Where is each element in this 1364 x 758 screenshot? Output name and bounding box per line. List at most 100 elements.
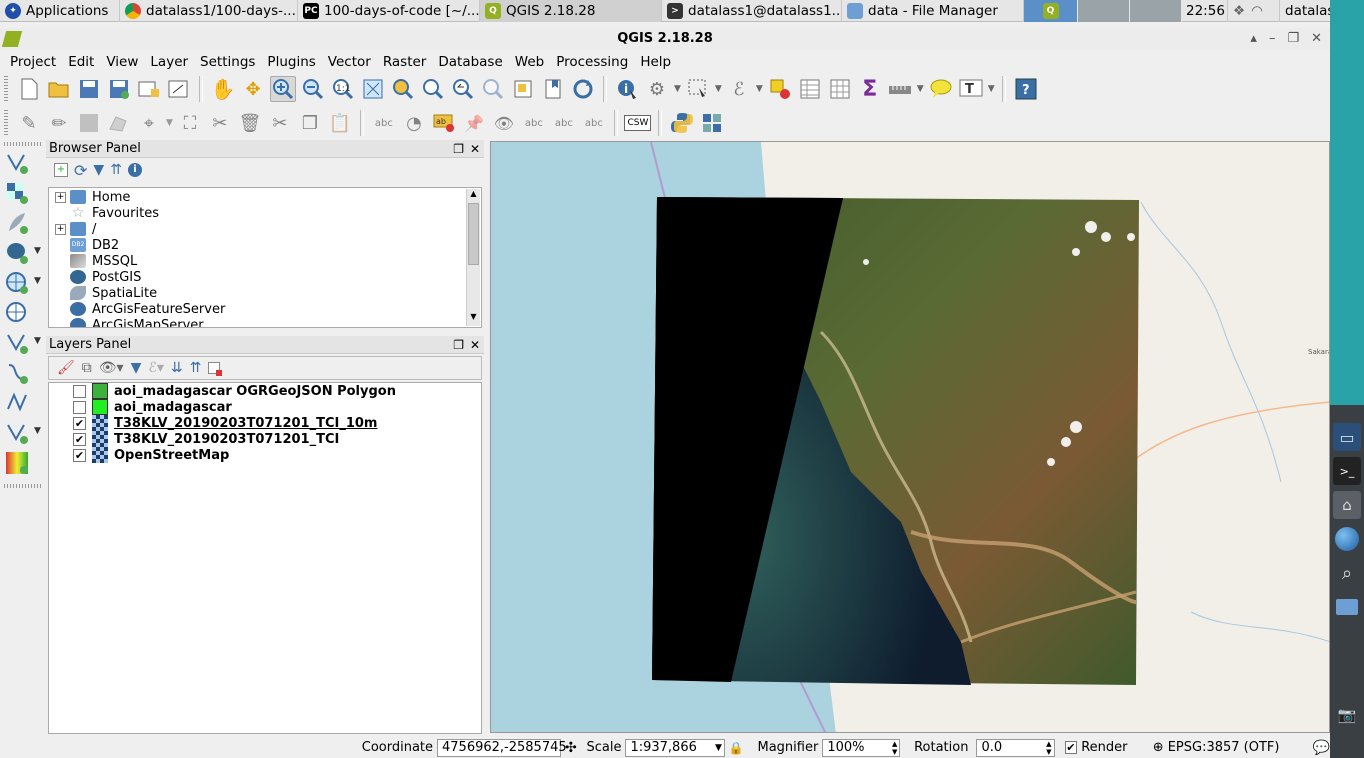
browser-item-favourites[interactable]: ☆ Favourites [49,205,481,221]
new-map-view-button[interactable] [510,76,536,102]
close-icon[interactable]: ✕ [470,336,480,354]
metasearch-button[interactable] [699,110,725,136]
lock-icon[interactable]: 🔒 [729,741,744,755]
add-layer-icon[interactable]: + [54,163,68,177]
layer-diagram-button[interactable]: ◔ [401,110,427,136]
info-icon[interactable]: i [127,163,142,177]
menu-database[interactable]: Database [432,54,508,70]
float-icon[interactable]: ❐ [453,336,464,354]
new-print-composer-button[interactable] [136,76,162,102]
statistical-summary-button[interactable]: Σ [857,76,883,102]
taskbar-item-file-manager[interactable]: data - File Manager [842,0,1024,22]
toolbar-grip[interactable] [4,110,8,136]
toolbar-grip[interactable] [4,484,42,488]
scroll-down-icon[interactable]: ▼ [467,312,480,326]
dropbox-icon[interactable]: ❖ [1233,3,1245,19]
paste-features-button[interactable]: 📋 [327,110,353,136]
toggle-editing-button[interactable]: ✏ [46,110,72,136]
workspace-2[interactable] [1078,0,1130,22]
open-project-button[interactable] [46,76,72,102]
save-layer-edits-button[interactable] [76,110,102,136]
applications-menu-button[interactable]: ✦ Applications [0,0,120,22]
field-calculator-button[interactable] [827,76,853,102]
chevron-down-icon[interactable]: ▼ [715,740,722,756]
add-wms-layer-button[interactable] [4,270,30,296]
zoom-out-button[interactable] [300,76,326,102]
zoom-full-button[interactable] [360,76,386,102]
add-feature-button[interactable] [106,110,132,136]
chevron-down-icon[interactable]: ▼ [917,84,924,94]
zoom-last-button[interactable] [450,76,476,102]
refresh-button[interactable] [570,76,596,102]
dock-home-button[interactable]: ⌂ [1333,491,1361,519]
pan-map-button[interactable]: ✋ [210,76,236,102]
layer-row[interactable]: aoi_madagascar [49,399,481,415]
chevron-down-icon[interactable]: ▼ [756,84,763,94]
chevron-down-icon[interactable]: ▼ [34,246,41,256]
rotate-label-button[interactable]: abc [551,110,577,136]
crs-globe-icon[interactable]: ⊕ [1153,740,1164,755]
layer-visibility-checkbox[interactable]: ✔ [73,432,86,446]
zoom-to-selection-button[interactable] [420,76,446,102]
menu-raster[interactable]: Raster [377,54,433,70]
browser-item-db2[interactable]: DB2 DB2 [49,237,481,253]
add-vector-layer-button[interactable] [4,150,30,176]
zoom-next-button[interactable] [480,76,506,102]
text-annotation-button[interactable]: T [958,76,984,102]
remove-layer-icon[interactable] [208,362,223,376]
dock-screenshot-button[interactable]: 📷 [1333,701,1361,729]
node-tool-button[interactable]: ⛶ [177,110,203,136]
filter-icon[interactable]: ▼ [131,360,142,376]
expand-all-icon[interactable]: ⇊ [171,360,183,376]
chevron-down-icon[interactable]: ▼ [166,118,173,128]
new-shapefile-button[interactable] [4,360,30,386]
crs-status[interactable]: EPSG:3857 (OTF) [1168,740,1280,755]
map-tips-button[interactable] [928,76,954,102]
taskbar-item-chrome[interactable]: datalass1/100-days-... [120,0,298,22]
highlight-pinned-labels-button[interactable]: ab [431,110,457,136]
shade-icon[interactable]: ▴ [1250,28,1257,50]
add-heatmap-layer-button[interactable] [4,450,30,476]
cut-features-button[interactable]: ✂ [267,110,293,136]
taskbar-item-qgis[interactable]: Q QGIS 2.18.28 [480,0,662,22]
menu-project[interactable]: Project [4,54,62,70]
expand-icon[interactable]: + [55,191,66,203]
zoom-in-button[interactable] [270,76,296,102]
style-brush-icon[interactable]: 🖌 [57,360,75,376]
zoom-native-button[interactable]: 1:1 [330,76,356,102]
menu-vector[interactable]: Vector [322,54,377,70]
browser-item-postgis[interactable]: PostGIS [49,269,481,285]
add-postgis-layer-button[interactable] [4,240,30,266]
open-attribute-table-button[interactable] [797,76,823,102]
copy-features-button[interactable]: ❐ [297,110,323,136]
browser-item-root[interactable]: + / [49,221,481,237]
add-wcs-layer-button[interactable] [4,330,30,356]
chevron-down-icon[interactable]: ▼ [34,336,41,346]
new-temporary-layer-button[interactable] [4,420,30,446]
extents-toggle-icon[interactable]: ✣ [565,740,577,756]
dock-browser-button[interactable] [1333,525,1361,553]
chevron-down-icon[interactable]: ▼ [674,84,681,94]
new-bookmark-button[interactable] [540,76,566,102]
browser-scrollbar[interactable]: ▲ ▼ [466,189,480,326]
taskbar-item-terminal[interactable]: > datalass1@datalass1... [662,0,842,22]
deselect-all-button[interactable] [767,76,793,102]
browser-item-arcgis-feature[interactable]: ArcGisFeatureServer [49,301,481,317]
chevron-down-icon[interactable]: ▼ [715,84,722,94]
move-label-button[interactable]: abc [521,110,547,136]
collapse-all-icon[interactable]: ⇈ [190,360,202,376]
select-by-expression-button[interactable]: ℰ [726,76,752,102]
menu-plugins[interactable]: Plugins [261,54,321,70]
maximize-icon[interactable]: ❐ [1287,28,1299,50]
expand-icon[interactable]: + [55,223,66,235]
pin-unpin-labels-button[interactable]: 📌 [461,110,487,136]
toolbar-grip[interactable] [4,76,8,102]
layer-visibility-checkbox[interactable]: ✔ [73,448,86,462]
toolbar-grip[interactable] [4,142,42,146]
close-icon[interactable]: ✕ [470,140,480,158]
menu-settings[interactable]: Settings [194,54,261,70]
dock-files-button[interactable] [1333,593,1361,621]
layer-visibility-checkbox[interactable] [73,384,86,398]
move-feature-button[interactable]: ⌖ [136,110,162,136]
layer-row[interactable]: aoi_madagascar OGRGeoJSON Polygon [49,383,481,399]
